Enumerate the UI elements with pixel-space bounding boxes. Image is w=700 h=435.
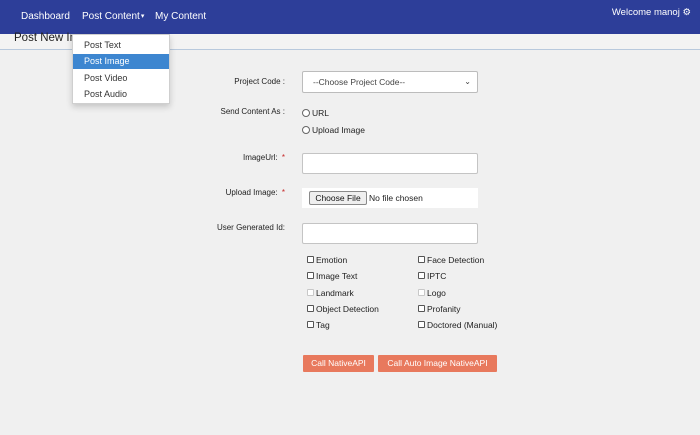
checkbox-iptc-label: IPTC	[427, 271, 447, 281]
checkbox-emotion[interactable]: Emotion	[307, 255, 347, 265]
user-id-label: User Generated Id:	[216, 223, 285, 232]
project-code-label: Project Code :	[234, 77, 285, 86]
project-code-value: --Choose Project Code--	[313, 77, 406, 87]
checkbox[interactable]	[307, 256, 314, 263]
file-status-text: No file chosen	[369, 193, 423, 203]
checkbox-emotion-label: Emotion	[316, 255, 348, 265]
top-navbar: Dashboard Post Content▾ My Content Welco…	[0, 0, 700, 34]
nav-post-content[interactable]: Post Content▾	[82, 11, 144, 22]
checkbox-profanity[interactable]: Profanity	[418, 304, 461, 314]
welcome-text: Welcome manoj	[611, 7, 680, 18]
checkbox[interactable]	[418, 256, 425, 263]
checkbox-landmark-label: Landmark	[316, 288, 354, 298]
upload-image-label: Upload Image: *	[105, 188, 285, 197]
checkbox-object-detection-label: Object Detection	[316, 304, 379, 314]
image-url-label-text: ImageUrl:	[242, 153, 280, 162]
checkbox-logo-label: Logo	[427, 288, 446, 298]
image-url-input[interactable]	[302, 153, 478, 174]
required-marker: *	[281, 188, 285, 197]
gear-icon: ⚙	[682, 7, 691, 18]
send-content-label: Send Content As :	[220, 107, 286, 116]
checkbox[interactable]	[418, 321, 425, 328]
project-code-select[interactable]: --Choose Project Code-- ⌄	[302, 71, 478, 93]
checkbox-image-text[interactable]: Image Text	[307, 271, 357, 281]
nav-my-content[interactable]: My Content	[155, 11, 206, 22]
radio-button[interactable]	[302, 109, 310, 117]
checkbox-doctored-label: Doctored (Manual)	[427, 320, 498, 330]
radio-button[interactable]	[302, 126, 310, 134]
call-native-api-button[interactable]: Call NativeAPI	[303, 355, 374, 372]
required-marker: *	[281, 153, 285, 162]
caret-down-icon: ▾	[140, 13, 145, 20]
checkbox-profanity-label: Profanity	[427, 304, 461, 314]
checkbox[interactable]	[307, 305, 314, 312]
menu-item-post-audio[interactable]: Post Audio	[73, 87, 169, 102]
radio-url-label: URL	[312, 108, 330, 118]
checkbox-face-detection[interactable]: Face Detection	[418, 255, 484, 265]
menu-item-post-image[interactable]: Post Image	[73, 54, 169, 69]
checkbox-logo: Logo	[418, 288, 446, 298]
checkbox	[418, 289, 425, 296]
upload-image-field: Choose File No file chosen	[302, 188, 478, 208]
checkbox[interactable]	[418, 272, 425, 279]
checkbox-image-text-label: Image Text	[316, 271, 358, 281]
chevron-down-icon: ⌄	[464, 77, 471, 86]
checkbox-tag[interactable]: Tag	[307, 320, 330, 330]
checkbox	[307, 289, 314, 296]
image-url-label: ImageUrl: *	[105, 153, 285, 162]
menu-item-post-text[interactable]: Post Text	[73, 38, 169, 53]
radio-upload-image[interactable]: Upload Image	[302, 125, 365, 135]
radio-url[interactable]: URL	[302, 108, 329, 118]
checkbox-iptc[interactable]: IPTC	[418, 271, 446, 281]
choose-file-button[interactable]: Choose File	[309, 191, 367, 205]
checkbox[interactable]	[307, 272, 314, 279]
radio-upload-label: Upload Image	[312, 125, 365, 135]
checkbox-face-detection-label: Face Detection	[427, 255, 485, 265]
post-content-dropdown: Post Text Post Image Post Video Post Aud…	[72, 34, 170, 104]
welcome-menu[interactable]: Welcome manoj ⚙	[612, 7, 691, 18]
nav-dashboard[interactable]: Dashboard	[21, 11, 70, 22]
checkbox-doctored-manual[interactable]: Doctored (Manual)	[418, 320, 497, 330]
checkbox-landmark: Landmark	[307, 288, 354, 298]
upload-image-label-text: Upload Image:	[225, 188, 280, 197]
checkbox-object-detection[interactable]: Object Detection	[307, 304, 379, 314]
checkbox-tag-label: Tag	[316, 320, 330, 330]
checkbox[interactable]	[307, 321, 314, 328]
user-id-input[interactable]	[302, 223, 478, 244]
call-auto-image-native-api-button[interactable]: Call Auto Image NativeAPI	[378, 355, 497, 372]
nav-post-content-label: Post Content	[82, 11, 140, 22]
checkbox[interactable]	[418, 305, 425, 312]
